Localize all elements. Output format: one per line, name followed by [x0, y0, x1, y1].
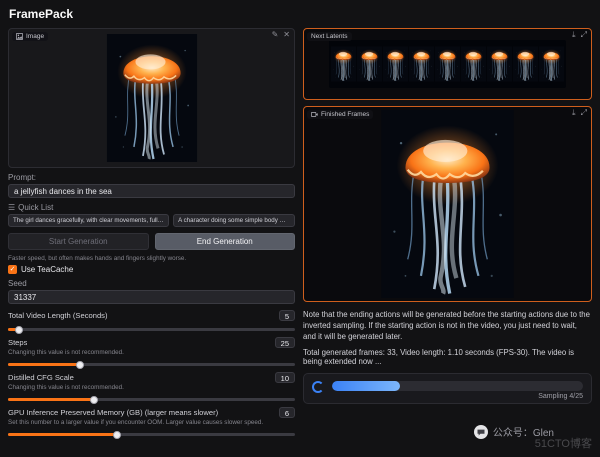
slider-label: Steps: [8, 338, 27, 347]
slider-fill: [8, 363, 80, 366]
latent-frame: [383, 42, 408, 86]
slider-value-input[interactable]: 6: [279, 407, 295, 418]
latent-frame: [461, 42, 486, 86]
slider-value-input[interactable]: 10: [275, 372, 295, 383]
edit-icon[interactable]: ✎: [272, 31, 279, 39]
finished-frames-block[interactable]: Finished Frames ⤓ ⤢: [303, 106, 592, 302]
slider-label: GPU Inference Preserved Memory (GB) (lar…: [8, 408, 218, 417]
finished-frames-video: [381, 110, 514, 298]
finished-frames-label-text: Finished Frames: [321, 111, 369, 118]
progress-wrap: Sampling 4/25: [332, 381, 583, 400]
app-header: FramePack: [0, 0, 600, 25]
slider-handle[interactable]: [90, 396, 98, 404]
app-title: FramePack: [9, 7, 73, 21]
slider-track[interactable]: [8, 328, 295, 331]
slider-track[interactable]: [8, 433, 295, 436]
quick-item-0[interactable]: The girl dances gracefully, with clear m…: [8, 214, 169, 227]
teacache-note: Faster speed, but often makes hands and …: [8, 255, 295, 262]
progress-bar: [332, 381, 583, 391]
end-generation-button[interactable]: End Generation: [155, 233, 296, 250]
fullscreen-icon[interactable]: ⤢: [581, 109, 587, 117]
progress-label: Sampling 4/25: [332, 393, 583, 400]
slider-total-video-length: Total Video Length (Seconds) 5: [8, 310, 295, 331]
use-teacache-checkbox[interactable]: ✓: [8, 265, 17, 274]
image-toolbar: ✎ ✕: [272, 31, 290, 39]
latent-frame: [487, 42, 512, 86]
download-icon[interactable]: ⤓: [572, 109, 576, 117]
watermark-site: 51CTO博客: [535, 435, 592, 451]
quick-list: The girl dances gracefully, with clear m…: [8, 214, 295, 227]
image-block-label: Image: [12, 32, 48, 41]
slider-steps: Steps 25 Changing this value is not reco…: [8, 337, 295, 366]
image-block-label-text: Image: [26, 33, 44, 40]
next-latents-block: Next Latents ⤓ ⤢: [303, 28, 592, 100]
slider-note: Changing this value is not recommended.: [8, 384, 295, 391]
list-icon: ☰: [8, 204, 15, 212]
sampling-note: Note that the ending actions will be gen…: [303, 309, 592, 342]
finished-frames-label: Finished Frames: [307, 110, 373, 119]
prompt-input[interactable]: a jellyfish dances in the sea: [8, 184, 295, 198]
main-layout: Image ✎ ✕ Prompt: a jellyfish dances in …: [0, 25, 600, 440]
download-icon[interactable]: ⤓: [572, 31, 576, 39]
input-jellyfish-image: [105, 34, 199, 162]
quick-list-label: Quick List: [18, 203, 53, 212]
quick-item-1[interactable]: A character doing some simple body movem…: [173, 214, 295, 227]
quick-list-header: ☰ Quick List: [8, 203, 295, 212]
slider-handle[interactable]: [76, 361, 84, 369]
progress-panel: Sampling 4/25: [303, 373, 592, 404]
slider-distilled-cfg: Distilled CFG Scale 10 Changing this val…: [8, 372, 295, 401]
latent-frame: [513, 42, 538, 86]
left-column: Image ✎ ✕ Prompt: a jellyfish dances in …: [8, 28, 295, 440]
slider-label: Distilled CFG Scale: [8, 373, 74, 382]
input-image-dropzone[interactable]: Image ✎ ✕: [8, 28, 295, 168]
slider-gpu-memory: GPU Inference Preserved Memory (GB) (lar…: [8, 407, 295, 436]
slider-label: Total Video Length (Seconds): [8, 311, 108, 320]
latent-frame: [357, 42, 382, 86]
slider-value-input[interactable]: 5: [279, 310, 295, 321]
latent-frame: [331, 42, 356, 86]
generation-stats: Total generated frames: 33, Video length…: [303, 348, 592, 366]
frames-toolbar: ⤓ ⤢: [572, 109, 587, 117]
latents-toolbar: ⤓ ⤢: [572, 31, 587, 39]
right-column: Next Latents ⤓ ⤢: [303, 28, 592, 440]
next-latents-label-text: Next Latents: [311, 33, 348, 40]
latent-frames-strip[interactable]: [329, 40, 566, 88]
slider-handle[interactable]: [113, 431, 121, 439]
seed-label: Seed: [8, 279, 295, 288]
slider-value-input[interactable]: 25: [275, 337, 295, 348]
generation-buttons: Start Generation End Generation: [8, 233, 295, 250]
slider-fill: [8, 398, 94, 401]
clear-icon[interactable]: ✕: [283, 31, 290, 39]
chat-bubble-icon: [474, 425, 488, 439]
progress-fill: [332, 381, 400, 391]
slider-track[interactable]: [8, 363, 295, 366]
check-icon: ✓: [10, 266, 16, 273]
slider-fill: [8, 433, 117, 436]
teacache-label: Use TeaCache: [21, 265, 73, 274]
slider-note: Changing this value is not recommended.: [8, 349, 295, 356]
slider-note: Set this number to a larger value if you…: [8, 419, 295, 426]
fullscreen-icon[interactable]: ⤢: [581, 31, 587, 39]
next-latents-label: Next Latents: [307, 32, 352, 41]
slider-track[interactable]: [8, 398, 295, 401]
teacache-row: ✓ Use TeaCache: [8, 265, 295, 274]
slider-handle[interactable]: [15, 326, 23, 334]
prompt-label: Prompt:: [8, 173, 295, 182]
start-generation-button[interactable]: Start Generation: [8, 233, 149, 250]
video-icon: [311, 111, 318, 118]
latent-frame: [435, 42, 460, 86]
framepack-app: FramePack Image ✎ ✕ Prompt: a jellyfish …: [0, 0, 600, 457]
image-icon: [16, 33, 23, 40]
latent-frame: [409, 42, 434, 86]
seed-input[interactable]: 31337: [8, 290, 295, 304]
latent-frame: [539, 42, 564, 86]
spinner-icon: [312, 381, 324, 393]
